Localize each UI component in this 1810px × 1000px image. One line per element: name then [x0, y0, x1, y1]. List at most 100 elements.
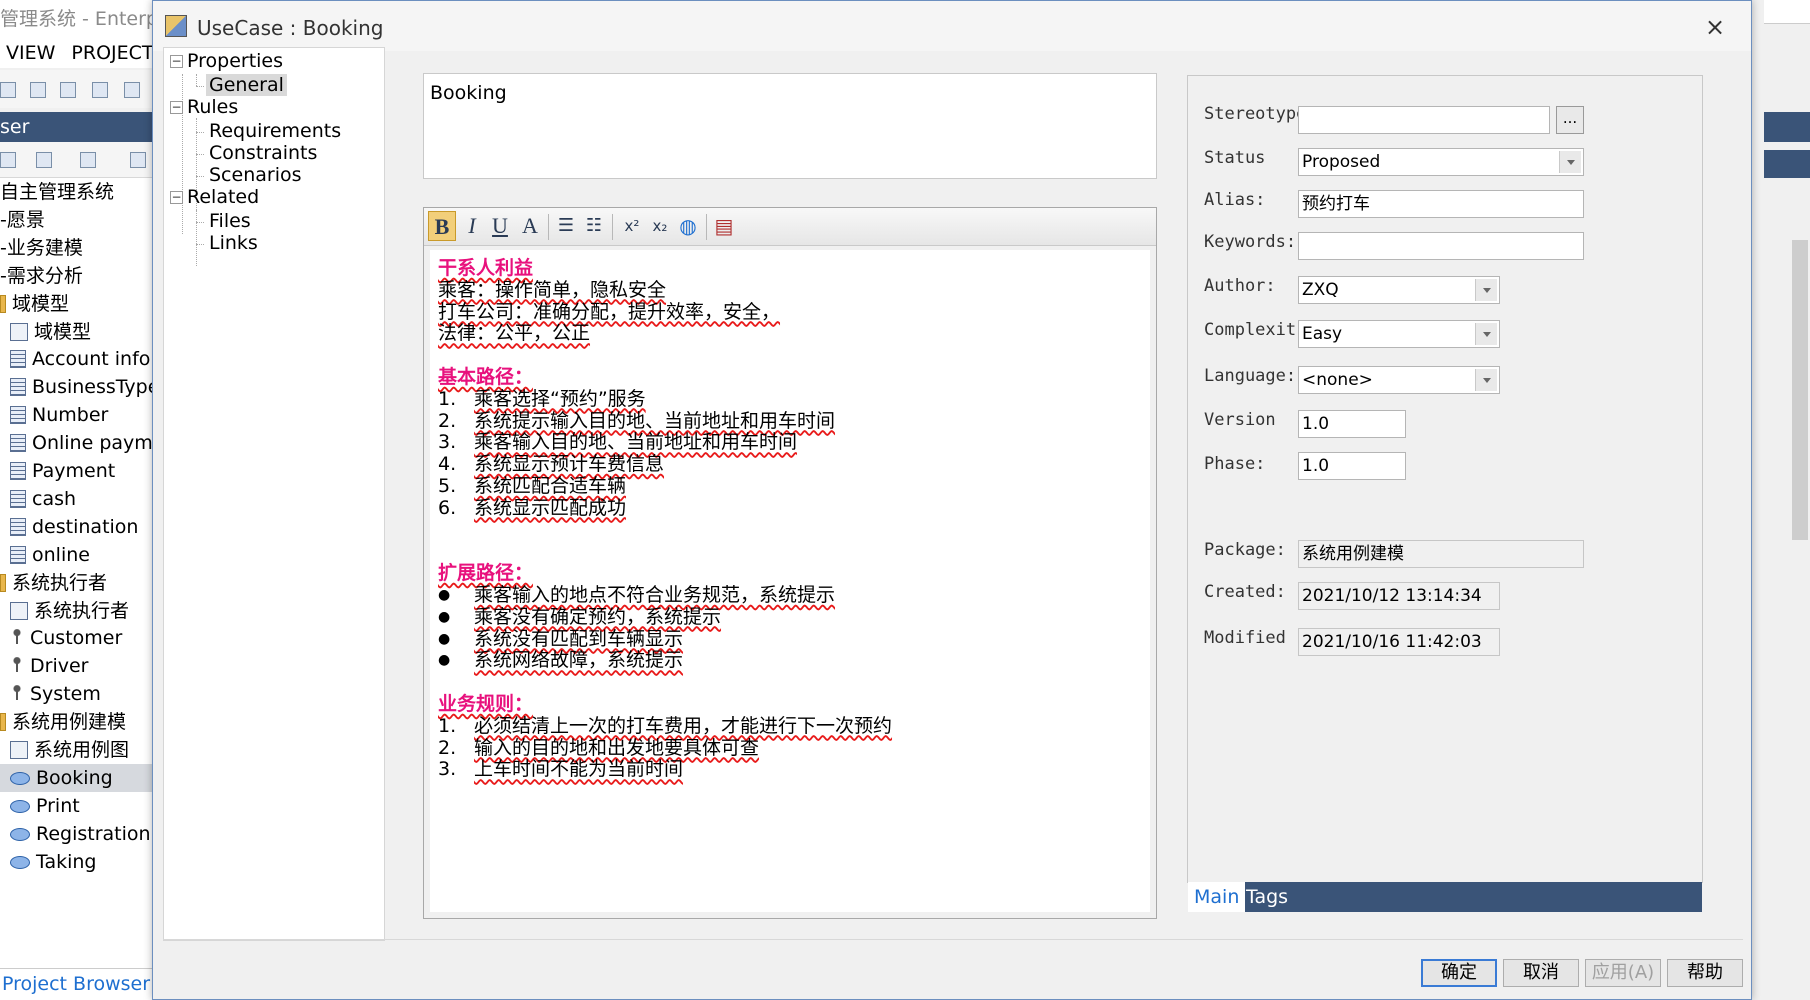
- author-select[interactable]: ZXQ: [1298, 276, 1500, 304]
- document-icon[interactable]: ▤: [710, 211, 738, 241]
- tree-item[interactable]: BusinessType: [0, 373, 152, 401]
- chevron-down-icon[interactable]: [1475, 323, 1497, 345]
- project-browser-tab[interactable]: Project Browser: [0, 968, 152, 1000]
- superscript-icon[interactable]: x²: [618, 211, 646, 241]
- browser-panel-toolbar: [0, 142, 152, 178]
- close-button[interactable]: ×: [1699, 11, 1731, 43]
- name-field[interactable]: Booking: [423, 73, 1157, 179]
- tree-item[interactable]: destination: [0, 513, 152, 541]
- tab-main[interactable]: Main: [1188, 882, 1246, 912]
- tree-item[interactable]: 域模型: [0, 290, 152, 318]
- tree-item-label: 系统用例建模: [12, 711, 127, 734]
- tree-item[interactable]: 系统执行者: [0, 597, 152, 625]
- tree-item[interactable]: 域模型: [0, 318, 152, 346]
- numbered-list-icon[interactable]: ☷: [580, 211, 608, 241]
- modified-label: Modified: [1204, 628, 1286, 648]
- tree-item[interactable]: Registration information: [0, 820, 152, 848]
- class-icon: [10, 350, 26, 369]
- tree-item[interactable]: 系统用例图: [0, 736, 152, 764]
- find-icon[interactable]: [36, 152, 52, 168]
- phase-field[interactable]: 1.0: [1298, 452, 1406, 480]
- tree-item-label: 系统用例图: [34, 739, 130, 761]
- tree-item[interactable]: online: [0, 541, 152, 569]
- stereotype-field[interactable]: [1298, 106, 1550, 134]
- chevron-down-icon[interactable]: [1475, 279, 1497, 301]
- tree-item-label: -需求分析: [0, 264, 83, 287]
- complexity-select[interactable]: Easy: [1298, 320, 1500, 348]
- tree-item[interactable]: Print: [0, 792, 152, 820]
- hyperlink-icon[interactable]: ◍: [674, 211, 702, 241]
- tree-item[interactable]: -需求分析: [0, 262, 152, 290]
- tree-item[interactable]: cash: [0, 485, 152, 513]
- version-field[interactable]: 1.0: [1298, 410, 1406, 438]
- tree-item[interactable]: 系统执行者: [0, 569, 152, 597]
- undo-icon[interactable]: [124, 82, 140, 98]
- italic-button[interactable]: I: [458, 211, 486, 241]
- notes-text-area[interactable]: 干系人利益 乘客：操作简单，隐私安全 打车公司：准确分配，提升效率，安全， 法律：公平…: [430, 250, 1150, 912]
- apply-button[interactable]: 应用(A): [1585, 959, 1661, 987]
- alias-field[interactable]: 预约打车: [1298, 190, 1584, 218]
- scrollbar-thumb[interactable]: [1792, 240, 1808, 540]
- tree-item[interactable]: Payment: [0, 457, 152, 485]
- windows-icon[interactable]: [130, 152, 146, 168]
- language-value: <none>: [1302, 370, 1373, 390]
- nav-properties[interactable]: − Properties: [170, 48, 283, 74]
- collapse-icon[interactable]: −: [170, 191, 183, 204]
- tree-item[interactable]: Booking: [0, 763, 152, 792]
- class-icon: [10, 378, 26, 397]
- save-icon[interactable]: [0, 82, 16, 98]
- app-title: 管理系统 - Enterprise: [0, 0, 160, 38]
- tree-item[interactable]: 系统用例建模: [0, 708, 152, 736]
- tree-item[interactable]: Online payment: [0, 429, 152, 457]
- chevron-down-icon[interactable]: [1475, 369, 1497, 391]
- tree-item[interactable]: System: [0, 680, 152, 708]
- collapse-icon[interactable]: −: [170, 101, 183, 114]
- nav-links[interactable]: Links: [209, 230, 258, 256]
- complexity-value: Easy: [1302, 324, 1343, 344]
- tree-item-label: 系统执行者: [34, 599, 130, 622]
- paste-icon[interactable]: [92, 82, 108, 98]
- tree-item[interactable]: Account information: [0, 345, 152, 373]
- actor-icon: [10, 657, 24, 676]
- project-browser-tab-label: Project Browser: [2, 973, 151, 995]
- created-field: 2021/10/12 13:14:34: [1298, 582, 1500, 610]
- tree-item[interactable]: 自主管理系统: [0, 178, 152, 206]
- tree-item[interactable]: Number: [0, 401, 152, 429]
- tab-tags[interactable]: Tags: [1240, 882, 1294, 912]
- tree-item[interactable]: Customer: [0, 624, 152, 652]
- keywords-label: Keywords:: [1204, 232, 1297, 252]
- bold-button[interactable]: B: [428, 211, 456, 241]
- cut-icon[interactable]: [30, 82, 46, 98]
- tree-item[interactable]: -业务建模: [0, 234, 152, 262]
- collapse-icon[interactable]: −: [170, 55, 183, 68]
- menu-project[interactable]: PROJECT: [71, 42, 152, 64]
- menu-view[interactable]: VIEW: [6, 42, 55, 64]
- ok-button[interactable]: 确定: [1421, 959, 1497, 987]
- underline-button[interactable]: U: [486, 211, 514, 241]
- cancel-button[interactable]: 取消: [1503, 959, 1579, 987]
- version-label: Version: [1204, 410, 1276, 430]
- status-select[interactable]: Proposed: [1298, 148, 1584, 176]
- tree-item[interactable]: Taking: [0, 848, 152, 876]
- subscript-icon[interactable]: x₂: [646, 211, 674, 241]
- class-icon: [10, 545, 26, 564]
- notes-list-item: 6. 系统显示匹配成功: [438, 496, 627, 519]
- tree-item[interactable]: -愿景: [0, 206, 152, 234]
- right-docked-panel: [1764, 0, 1810, 1000]
- right-panel-nav-buttons[interactable]: [1764, 150, 1810, 178]
- font-color-icon[interactable]: A: [516, 211, 544, 241]
- folder-icon: [0, 294, 6, 313]
- new-package-icon[interactable]: [0, 152, 16, 168]
- language-select[interactable]: <none>: [1298, 366, 1500, 394]
- copy-icon[interactable]: [60, 82, 76, 98]
- edit-icon[interactable]: [80, 152, 96, 168]
- tree-item[interactable]: Driver: [0, 652, 152, 680]
- right-panel-scrollbar[interactable]: [1790, 220, 1810, 960]
- keywords-field[interactable]: [1298, 232, 1584, 260]
- chevron-down-icon[interactable]: [1559, 151, 1581, 173]
- stereotype-browse-button[interactable]: ...: [1556, 106, 1584, 134]
- help-button[interactable]: 帮助: [1667, 959, 1743, 987]
- bullet-list-icon[interactable]: ☰: [552, 211, 580, 241]
- nav-rules[interactable]: − Rules: [170, 94, 238, 120]
- nav-related[interactable]: − Related: [170, 184, 259, 210]
